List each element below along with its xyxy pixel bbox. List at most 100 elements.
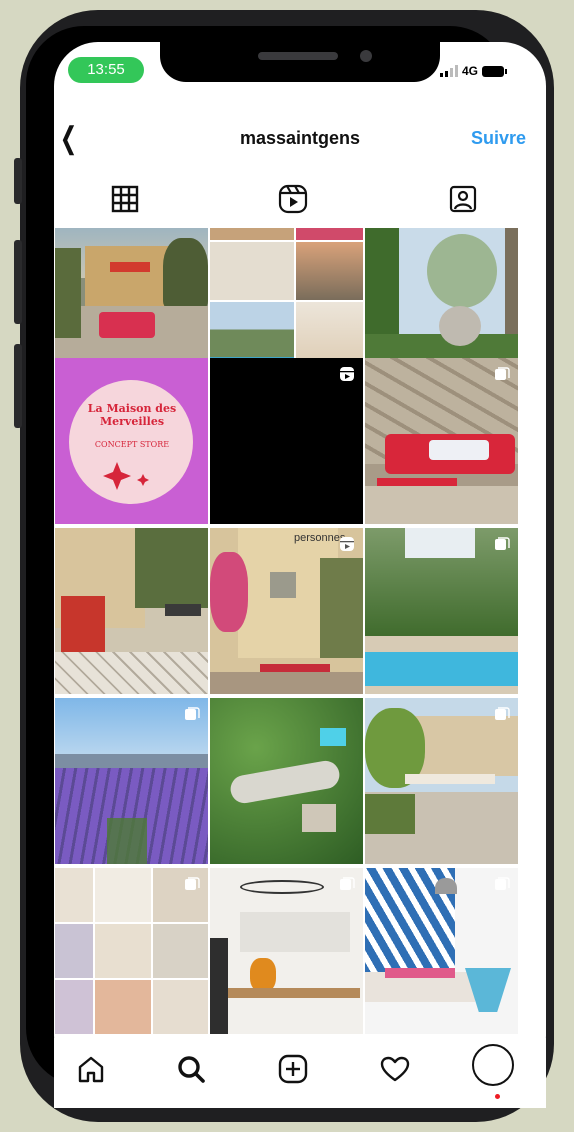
volume-up-button xyxy=(14,240,22,324)
room-1 xyxy=(55,868,93,922)
tagged-person-icon xyxy=(449,185,477,213)
post-lamp xyxy=(435,878,457,894)
post-sign xyxy=(110,262,150,272)
volume-down-button xyxy=(14,344,22,428)
status-time: 13:55 xyxy=(68,57,144,83)
post-9[interactable] xyxy=(365,528,518,694)
post-bench xyxy=(165,604,201,616)
post-building xyxy=(85,246,175,306)
post-counter xyxy=(220,988,360,998)
post-branches xyxy=(427,234,497,308)
carousel-icon xyxy=(340,877,355,890)
search-icon xyxy=(178,1056,205,1083)
post-5[interactable] xyxy=(210,358,363,524)
silent-switch xyxy=(14,158,22,204)
room-2 xyxy=(95,868,151,922)
post-cushions xyxy=(429,440,489,460)
post-tree xyxy=(320,558,363,658)
bottom-navigation xyxy=(54,1038,546,1108)
post-cabinet xyxy=(61,596,105,652)
carousel-icon xyxy=(495,707,510,720)
grid-icon xyxy=(111,185,139,213)
follow-button[interactable]: Suivre xyxy=(471,128,526,149)
post-11[interactable] xyxy=(210,698,363,864)
profile-tabs xyxy=(54,178,546,226)
room-6 xyxy=(153,924,208,978)
add-post-icon xyxy=(278,1054,308,1084)
post-pavement xyxy=(55,652,208,694)
post-grass xyxy=(107,818,147,864)
post-6[interactable] xyxy=(365,358,518,524)
speaker xyxy=(258,52,338,60)
post-ground xyxy=(210,672,363,694)
post-12[interactable] xyxy=(365,698,518,864)
post-chairs xyxy=(99,312,155,338)
room-9 xyxy=(153,980,208,1034)
reels-icon xyxy=(340,537,354,551)
nav-search[interactable] xyxy=(174,1052,208,1086)
post-sky xyxy=(405,528,475,558)
carousel-icon xyxy=(185,707,200,720)
post-plants xyxy=(365,794,415,834)
profile-avatar-icon xyxy=(472,1044,514,1086)
post-fridge xyxy=(210,938,228,1034)
post-cabinets xyxy=(240,912,350,952)
room-4 xyxy=(55,924,93,978)
post-15[interactable] xyxy=(365,868,518,1034)
post-table xyxy=(377,478,457,486)
carousel-icon xyxy=(495,537,510,550)
tab-reels[interactable] xyxy=(276,182,310,216)
post-bougainvillea xyxy=(210,552,248,632)
post-7[interactable] xyxy=(55,528,208,694)
carousel-icon xyxy=(495,367,510,380)
post-floor xyxy=(365,486,518,524)
post-window xyxy=(270,572,296,598)
posts-grid: La Maison des Merveilles CONCEPT STORE p… xyxy=(55,228,546,1036)
home-icon xyxy=(78,1056,104,1083)
network-label: 4G xyxy=(462,64,479,78)
post-vase xyxy=(250,958,276,992)
nav-activity[interactable] xyxy=(378,1052,412,1086)
post-pendant-lamp xyxy=(240,880,324,894)
post-table xyxy=(260,664,330,672)
post-10[interactable] xyxy=(55,698,208,864)
status-indicators: 4G xyxy=(440,64,508,78)
room-5 xyxy=(95,924,151,978)
logo-title: La Maison des Merveilles xyxy=(87,402,177,428)
reels-icon xyxy=(278,184,308,214)
nav-profile[interactable] xyxy=(470,1042,516,1088)
room-8 xyxy=(95,980,151,1034)
post-deck xyxy=(365,636,518,652)
profile-header: ❮ massaintgens Suivre xyxy=(54,118,546,158)
post-roof xyxy=(302,804,336,832)
post-edge xyxy=(365,686,518,694)
signal-icon xyxy=(440,65,458,77)
post-parasols xyxy=(405,774,495,784)
post-8[interactable]: personnes xyxy=(210,528,363,694)
post-overlay-text: personnes xyxy=(294,532,346,544)
room-7 xyxy=(55,980,93,1034)
reels-icon xyxy=(340,367,354,381)
collage-b xyxy=(296,228,363,240)
heart-icon xyxy=(380,1056,410,1082)
post-14[interactable] xyxy=(210,868,363,1034)
battery-icon xyxy=(482,65,508,77)
post-pool xyxy=(320,728,346,746)
post-tree-left xyxy=(55,248,81,338)
post-4[interactable]: La Maison des Merveilles CONCEPT STORE xyxy=(55,358,208,524)
nav-home[interactable] xyxy=(74,1052,108,1086)
collage-d xyxy=(296,242,363,300)
collage-a xyxy=(210,228,294,240)
post-plants xyxy=(135,528,208,608)
carousel-icon xyxy=(185,877,200,890)
carousel-icon xyxy=(495,877,510,890)
front-camera xyxy=(360,50,372,62)
post-pool xyxy=(365,652,518,688)
tab-tagged[interactable] xyxy=(446,182,480,216)
nav-create[interactable] xyxy=(276,1052,310,1086)
post-sculpture xyxy=(439,306,481,346)
tab-posts[interactable] xyxy=(108,182,142,216)
post-13[interactable] xyxy=(55,868,208,1034)
collage-c xyxy=(210,242,294,300)
notification-dot xyxy=(495,1094,500,1099)
